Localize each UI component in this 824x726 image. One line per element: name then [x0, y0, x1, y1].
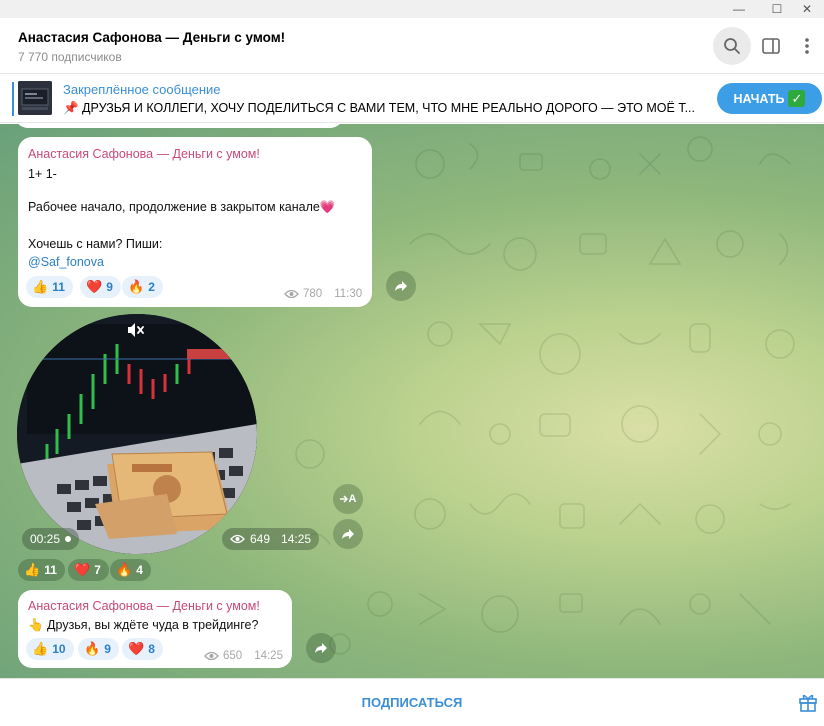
message-time: 14:25 — [254, 650, 283, 662]
message-bubble[interactable]: Анастасия Сафонова — Деньги с умом! 1+ 1… — [18, 137, 372, 307]
sidebar-panel-icon — [762, 38, 780, 54]
message-meta: 780 11:30 — [284, 288, 362, 300]
pinned-title: Закреплённое сообщение — [63, 82, 221, 97]
video-duration: 00:25 — [30, 532, 61, 546]
reaction-count: 8 — [148, 642, 155, 656]
gift-button[interactable] — [797, 691, 819, 713]
forward-arrow-icon — [395, 281, 407, 291]
reaction-count: 11 — [44, 563, 57, 577]
eye-icon — [230, 534, 245, 544]
thumbs-up-icon: 👍 — [32, 641, 49, 656]
fire-icon: 🔥 — [128, 279, 145, 294]
message-text-line: Рабочее начало, продолжение в закрытом к… — [28, 200, 336, 214]
message-time: 11:30 — [334, 288, 363, 300]
heart-icon: ❤️ — [128, 641, 145, 656]
translate-arrow-icon — [339, 495, 348, 503]
thumbs-up-icon: 👍 — [24, 562, 41, 577]
start-button[interactable]: НАЧАТЬ ✓ — [717, 83, 822, 114]
video-meta: 649 14:25 — [222, 528, 320, 550]
forward-button[interactable] — [306, 633, 336, 663]
view-count: 780 — [303, 288, 323, 300]
reaction-like[interactable]: 👍 10 — [26, 638, 74, 660]
view-count: 649 — [250, 532, 271, 546]
pinned-indicator — [12, 82, 14, 116]
heart-icon: ❤️ — [74, 562, 91, 577]
subscriber-count: 7 770 подписчиков — [18, 50, 122, 64]
maximize-button[interactable]: ☐ — [760, 0, 794, 18]
reaction-fire[interactable]: 🔥 9 — [78, 638, 119, 660]
gift-icon — [799, 694, 817, 712]
mute-icon[interactable] — [125, 320, 145, 340]
reaction-like[interactable]: 👍 11 — [26, 276, 73, 298]
more-vertical-icon — [805, 38, 809, 54]
thumbs-up-icon: 👍 — [32, 279, 49, 294]
bottom-bar: ПОДПИСАТЬСЯ — [0, 678, 824, 726]
more-options-button[interactable] — [797, 35, 817, 57]
chat-header: Анастасия Сафонова — Деньги с умом! 7 77… — [0, 18, 824, 74]
heart-icon: ❤️ — [86, 279, 103, 294]
reaction-heart[interactable]: ❤️ 8 — [122, 638, 163, 660]
message-text-line: 👆 Друзья, вы ждёте чуда в трейдинге? — [28, 618, 259, 632]
reaction-fire[interactable]: 🔥 2 — [122, 276, 163, 298]
window-titlebar: — ☐ ✕ — [0, 0, 824, 18]
eye-icon — [204, 651, 219, 661]
view-count: 650 — [223, 650, 243, 662]
message-meta: 650 14:25 — [204, 650, 283, 662]
subscribe-button[interactable]: ПОДПИСАТЬСЯ — [0, 679, 824, 725]
search-button[interactable] — [713, 27, 751, 65]
reaction-heart[interactable]: ❤️ 7 — [68, 559, 109, 581]
username-link[interactable]: @Saf_fonova — [28, 255, 104, 269]
message-text-line: 1+ 1- — [28, 167, 57, 181]
check-mark-icon: ✓ — [788, 90, 806, 107]
pinned-thumbnail — [18, 81, 52, 115]
translate-label: A — [348, 493, 357, 505]
sidebar-toggle-button[interactable] — [760, 35, 782, 57]
forward-button[interactable] — [386, 271, 416, 301]
message-author[interactable]: Анастасия Сафонова — Деньги с умом! — [28, 599, 260, 613]
reaction-count: 10 — [52, 642, 66, 656]
fire-icon: 🔥 — [116, 562, 133, 577]
video-duration-badge: 00:25 — [22, 528, 80, 550]
reaction-count: 9 — [104, 642, 111, 656]
translate-button[interactable]: A — [333, 484, 363, 514]
reaction-count: 4 — [136, 563, 143, 577]
search-icon — [724, 38, 740, 54]
message-author[interactable]: Анастасия Сафонова — Деньги с умом! — [28, 147, 260, 161]
forward-arrow-icon — [342, 529, 354, 539]
video-message[interactable] — [17, 314, 257, 554]
reaction-count: 11 — [52, 280, 65, 294]
pinned-text: 📌 ДРУЗЬЯ И КОЛЛЕГИ, ХОЧУ ПОДЕЛИТЬСЯ С ВА… — [63, 101, 695, 115]
unread-dot-icon — [65, 536, 72, 542]
previous-message-fragment — [14, 124, 344, 128]
reaction-heart[interactable]: ❤️ 9 — [80, 276, 121, 298]
video-frame-trading-laptop — [17, 314, 257, 554]
message-text-line: Хочешь с нами? Пиши: — [28, 237, 163, 251]
reaction-count: 2 — [148, 280, 155, 294]
message-bubble[interactable]: Анастасия Сафонова — Деньги с умом! 👆 Др… — [18, 590, 292, 668]
minimize-button[interactable]: — — [722, 0, 756, 18]
fire-icon: 🔥 — [84, 641, 101, 656]
channel-title[interactable]: Анастасия Сафонова — Деньги с умом! — [18, 30, 285, 45]
forward-button[interactable] — [333, 519, 363, 549]
chat-area[interactable]: Анастасия Сафонова — Деньги с умом! 1+ 1… — [0, 124, 824, 678]
reaction-like[interactable]: 👍 11 — [18, 559, 65, 581]
eye-icon — [284, 289, 299, 299]
close-button[interactable]: ✕ — [790, 0, 824, 18]
forward-arrow-icon — [315, 643, 327, 653]
message-time: 14:25 — [281, 532, 312, 546]
reaction-count: 9 — [106, 280, 113, 294]
reaction-fire[interactable]: 🔥 4 — [110, 559, 151, 581]
reaction-count: 7 — [94, 563, 101, 577]
pinned-message-bar[interactable]: Закреплённое сообщение 📌 ДРУЗЬЯ И КОЛЛЕГ… — [0, 75, 824, 123]
start-button-label: НАЧАТЬ — [733, 91, 785, 106]
